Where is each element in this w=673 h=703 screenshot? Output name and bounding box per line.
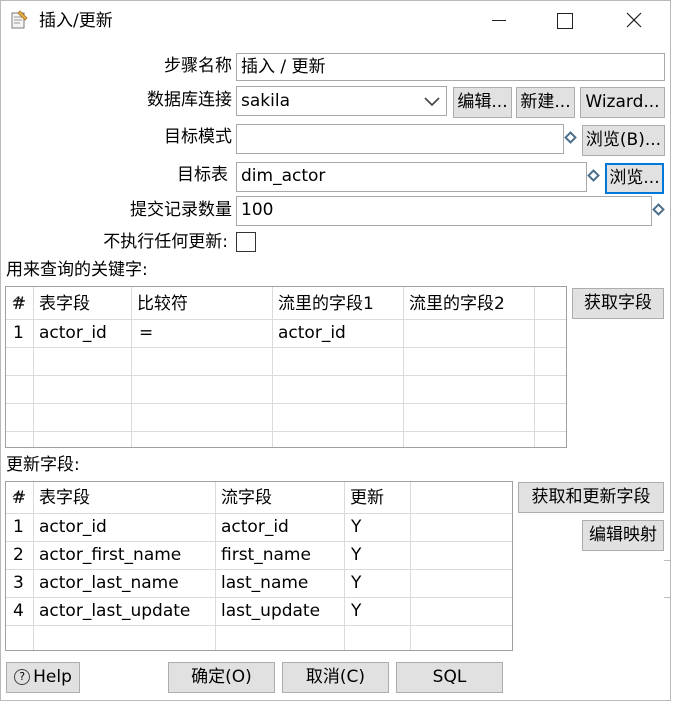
edit-connection-button[interactable]: 编辑... xyxy=(453,87,512,118)
table-cell[interactable]: actor_first_name xyxy=(39,541,181,569)
cancel-button[interactable]: 取消(C) xyxy=(282,662,389,693)
table-cell[interactable]: last_name xyxy=(221,569,308,597)
target-schema-input[interactable] xyxy=(236,124,564,154)
keys-table: # 表字段 比较符 流里的字段1 流里的字段2 1 actor_id = act… xyxy=(5,286,567,448)
chevron-down-icon xyxy=(424,97,440,107)
update-col-num[interactable]: # xyxy=(12,484,26,512)
table-row-num: 3 xyxy=(13,573,24,593)
browse-table-button[interactable]: 浏览... xyxy=(605,163,664,194)
target-table-label: 目标表 xyxy=(177,165,228,185)
db-connection-label: 数据库连接 xyxy=(147,90,232,110)
table-cell[interactable]: actor_last_update xyxy=(39,597,190,625)
table-cell[interactable]: actor_id xyxy=(221,513,289,541)
no-update-checkbox[interactable] xyxy=(236,232,256,252)
commit-size-label: 提交记录数量 xyxy=(130,200,232,220)
divider xyxy=(664,560,670,561)
table-cell[interactable]: actor_id xyxy=(39,513,107,541)
keys-col-comparator[interactable]: 比较符 xyxy=(137,290,188,318)
update-table: # 表字段 流字段 更新 1 actor_id actor_id Y 2 act… xyxy=(5,481,513,651)
db-connection-select[interactable]: sakila xyxy=(236,86,447,116)
get-fields-button[interactable]: 获取字段 xyxy=(572,288,664,319)
keys-col-num[interactable]: # xyxy=(12,290,26,318)
no-update-label: 不执行任何更新: xyxy=(103,232,228,252)
table-cell[interactable]: actor_id xyxy=(39,319,107,347)
help-label: Help xyxy=(33,667,72,687)
db-connection-value: sakila xyxy=(241,91,290,111)
help-button[interactable]: ? Help xyxy=(6,662,80,693)
table-cell[interactable]: actor_id xyxy=(278,319,346,347)
update-col-update[interactable]: 更新 xyxy=(350,484,384,512)
browse-schema-button[interactable]: 浏览(B)... xyxy=(582,125,665,156)
minimize-button[interactable] xyxy=(476,5,520,35)
close-icon xyxy=(626,12,642,28)
edit-mapping-button[interactable]: 编辑映射 xyxy=(582,520,664,551)
keys-section-title: 用来查询的关键字: xyxy=(6,260,148,280)
table-cell[interactable]: last_update xyxy=(221,597,320,625)
table-cell[interactable]: = xyxy=(139,319,153,347)
update-col-table-field[interactable]: 表字段 xyxy=(39,484,90,512)
keys-col-stream-field1[interactable]: 流里的字段1 xyxy=(278,290,374,318)
target-schema-label: 目标模式 xyxy=(164,127,232,147)
get-update-fields-button[interactable]: 获取和更新字段 xyxy=(518,482,664,513)
table-row-num: 4 xyxy=(13,601,24,621)
divider xyxy=(664,597,670,598)
minimize-icon xyxy=(492,20,506,21)
maximize-button[interactable] xyxy=(542,5,586,35)
step-name-label: 步骤名称 xyxy=(164,56,232,76)
table-cell[interactable]: first_name xyxy=(221,541,311,569)
table-cell[interactable]: Y xyxy=(351,513,361,541)
step-name-input[interactable]: 插入 / 更新 xyxy=(236,53,665,81)
commit-size-input[interactable]: 100 xyxy=(236,196,652,226)
keys-col-table-field[interactable]: 表字段 xyxy=(39,290,90,318)
table-cell[interactable]: Y xyxy=(351,541,361,569)
table-cell[interactable]: actor_last_name xyxy=(39,569,179,597)
ok-button[interactable]: 确定(O) xyxy=(168,662,275,693)
close-button[interactable] xyxy=(612,5,656,35)
table-row-num: 1 xyxy=(13,323,24,343)
update-section-title: 更新字段: xyxy=(6,455,80,475)
app-icon xyxy=(10,9,30,31)
table-cell[interactable]: Y xyxy=(351,597,361,625)
keys-col-stream-field2[interactable]: 流里的字段2 xyxy=(409,290,505,318)
wizard-button[interactable]: Wizard... xyxy=(580,87,665,118)
maximize-icon xyxy=(557,13,573,29)
update-col-stream-field[interactable]: 流字段 xyxy=(221,484,272,512)
table-cell[interactable]: Y xyxy=(351,569,361,597)
new-connection-button[interactable]: 新建... xyxy=(516,87,575,118)
window-title: 插入/更新 xyxy=(39,11,113,31)
table-row-num: 2 xyxy=(13,545,24,565)
sql-button[interactable]: SQL xyxy=(396,662,503,693)
help-icon: ? xyxy=(14,669,31,685)
table-row-num: 1 xyxy=(13,517,24,537)
target-table-input[interactable]: dim_actor xyxy=(236,162,587,192)
